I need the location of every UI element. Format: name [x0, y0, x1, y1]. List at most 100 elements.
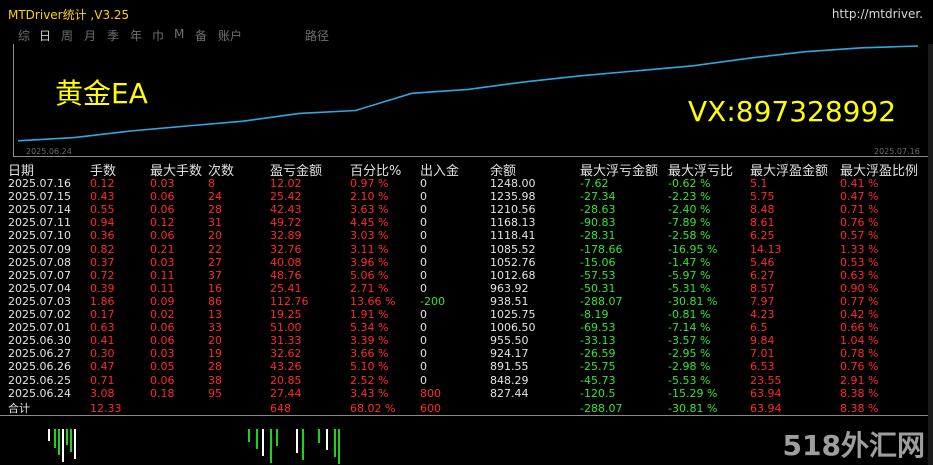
table-cell: 0 [420, 242, 427, 256]
table-cell: -7.89 % [668, 216, 711, 230]
table-cell: -45.73 [580, 373, 616, 387]
table-cell: 0.97 % [350, 177, 389, 190]
right-scrollbar[interactable] [928, 44, 933, 465]
table-cell: 0.37 [90, 255, 115, 269]
table-cell: 3.11 % [350, 242, 389, 256]
table-cell: 20 [208, 229, 222, 243]
watermark-logo: 518外汇网 [782, 429, 925, 462]
row-date: 2025.07.08 [8, 255, 71, 269]
table-cell: 0.66 % [840, 321, 879, 335]
histogram-bar [338, 429, 340, 464]
histogram-bar [74, 429, 76, 459]
table-cell: 6.53 [750, 360, 775, 374]
total-cell: 648 [270, 401, 291, 415]
table-cell: 1168.13 [490, 216, 536, 230]
row-date: 2025.07.11 [8, 216, 71, 230]
table-cell: 0.17 [90, 308, 115, 321]
table-cell: 5.06 % [350, 268, 389, 282]
table-cell: 0.18 [150, 386, 175, 400]
table-cell: -50.31 [580, 281, 616, 295]
table-cell: 0.71 % [840, 203, 879, 217]
row-date: 2025.07.16 [8, 177, 71, 190]
table-cell: 4.23 [750, 308, 775, 321]
table-cell: 28 [208, 360, 222, 374]
table-cell: 13 [208, 308, 222, 321]
table-cell: 0.71 [90, 373, 115, 387]
table-cell: 42.43 [270, 203, 302, 217]
table-cell: 51.00 [270, 321, 302, 335]
table-cell: 12.02 [270, 177, 302, 190]
total-cell: 12.33 [90, 401, 122, 415]
histogram-bar [66, 429, 68, 445]
total-cell: 600 [420, 401, 441, 415]
table-cell: -25.75 [580, 360, 616, 374]
table-cell: 48.76 [270, 268, 302, 282]
table-cell: -2.23 % [668, 190, 711, 204]
table-cell: -15.29 % [668, 386, 718, 400]
table-cell: 3.43 % [350, 386, 389, 400]
histogram-bar [302, 429, 304, 460]
table-cell: -120.5 [580, 386, 616, 400]
table-cell: 31.33 [270, 334, 302, 348]
table-cell: -28.63 [580, 203, 616, 217]
table-cell: 0.39 [90, 281, 115, 295]
histogram-bar [262, 429, 264, 456]
table-cell: -178.66 [580, 242, 623, 256]
histogram-bar [70, 429, 72, 452]
total-cell: -288.07 [580, 401, 623, 415]
histogram-bar [62, 429, 64, 462]
table-cell: 0.06 [150, 203, 175, 217]
table-cell: 5.34 % [350, 321, 389, 335]
histogram-bar [318, 429, 320, 443]
table-cell: 49.72 [270, 216, 302, 230]
table-cell: 0.03 [150, 255, 175, 269]
histogram-bar [326, 429, 328, 450]
table-cell: -1.47 % [668, 255, 711, 269]
table-cell: 0.53 % [840, 255, 879, 269]
table-cell: 1118.41 [490, 229, 536, 243]
row-date: 2025.07.07 [8, 268, 71, 282]
row-date: 2025.07.01 [8, 321, 71, 335]
table-cell: 32.89 [270, 229, 302, 243]
table-cell: 938.51 [490, 294, 529, 308]
table-cell: 0.11 [150, 268, 175, 282]
total-label: 合计 [8, 401, 30, 415]
table-cell: -7.14 % [668, 321, 711, 335]
table-cell: 7.97 [750, 294, 775, 308]
table-cell: 1.04 % [840, 334, 879, 348]
table-cell: 19 [208, 347, 222, 361]
table-cell: 3.03 % [350, 229, 389, 243]
row-date: 2025.07.03 [8, 294, 71, 308]
table-cell: -5.53 % [668, 373, 711, 387]
table-cell: 963.92 [490, 281, 529, 295]
table-cell: 1210.56 [490, 203, 536, 217]
table-cell: 0.63 [90, 321, 115, 335]
table-cell: 0 [420, 360, 427, 374]
table-cell: 0 [420, 203, 427, 217]
table-cell: 0.06 [150, 190, 175, 204]
table-cell: -90.83 [580, 216, 616, 230]
table-cell: 33 [208, 321, 222, 335]
row-date: 2025.07.09 [8, 242, 71, 256]
table-cell: 800 [420, 386, 441, 400]
table-cell: 27.44 [270, 386, 302, 400]
table-cell: 0 [420, 190, 427, 204]
table-cell: 40.08 [270, 255, 302, 269]
row-date: 2025.06.27 [8, 347, 71, 361]
table-cell: 13.66 % [350, 294, 396, 308]
table-cell: 0.06 [150, 373, 175, 387]
table-cell: -2.95 % [668, 347, 711, 361]
table-cell: 2.91 % [840, 373, 879, 387]
table-cell: 28 [208, 203, 222, 217]
table-cell: 0.05 [150, 360, 175, 374]
table-cell: 0.11 [150, 281, 175, 295]
total-cell: 8.38 % [840, 401, 879, 415]
table-cell: 5.1 [750, 177, 768, 190]
table-cell: 7.01 [750, 347, 775, 361]
table-cell: -288.07 [580, 294, 623, 308]
table-cell: 38 [208, 373, 222, 387]
daily-stats-table: 日期 手数 最大手数 次数 盈亏金额 百分比% 出入金 余额 最大浮亏金额 最大浮亏比 最大浮盈金额… [0, 0, 933, 465]
table-cell: 6.25 [750, 229, 775, 243]
table-cell: 8.38 % [840, 386, 879, 400]
histogram-bar [54, 429, 56, 448]
